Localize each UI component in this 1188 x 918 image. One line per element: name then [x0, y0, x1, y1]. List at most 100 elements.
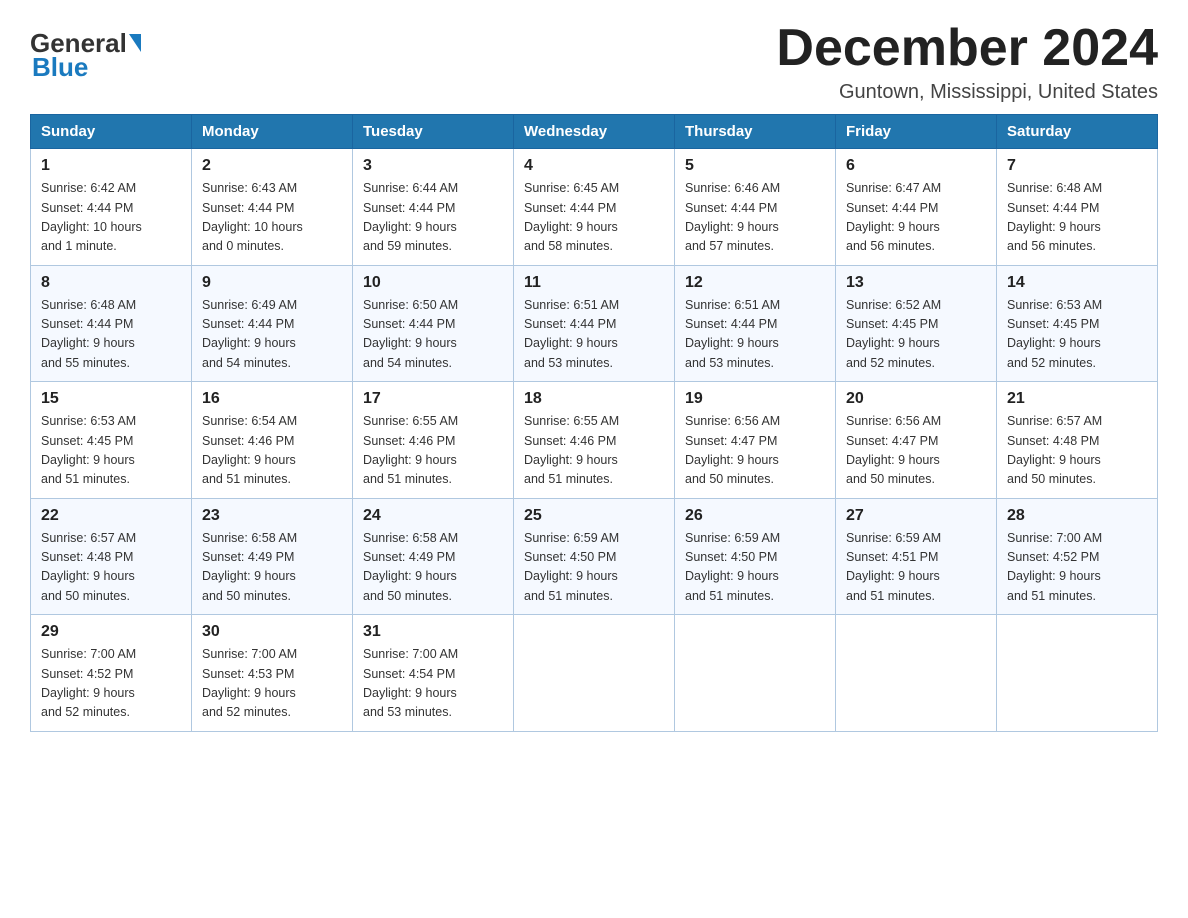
day-number: 13 [846, 274, 986, 292]
col-header-thursday: Thursday [675, 115, 836, 149]
calendar-cell: 28Sunrise: 7:00 AMSunset: 4:52 PMDayligh… [997, 498, 1158, 615]
calendar-cell: 9 Sunrise: 6:49 AMSunset: 4:44 PMDaylight… [192, 265, 353, 382]
day-info: Sunrise: 6:50 AMSunset: 4:44 PMDaylight:… [363, 296, 503, 374]
day-number: 31 [363, 623, 503, 641]
calendar-week-row-1: 1 Sunrise: 6:42 AMSunset: 4:44 PMDaylight… [31, 149, 1158, 266]
calendar-cell: 31 Sunrise: 7:00 AMSunset: 4:54 PMDayligh… [353, 615, 514, 732]
calendar-table: Sunday Monday Tuesday Wednesday Thursday… [30, 114, 1158, 732]
day-info: Sunrise: 6:44 AMSunset: 4:44 PMDaylight:… [363, 179, 503, 257]
calendar-week-row-2: 8 Sunrise: 6:48 AMSunset: 4:44 PMDaylight… [31, 265, 1158, 382]
day-info: Sunrise: 6:46 AMSunset: 4:44 PMDaylight:… [685, 179, 825, 257]
day-number: 19 [685, 390, 825, 408]
calendar-cell: 23 Sunrise: 6:58 AMSunset: 4:49 PMDayligh… [192, 498, 353, 615]
calendar-week-row-4: 22 Sunrise: 6:57 AMSunset: 4:48 PMDayligh… [31, 498, 1158, 615]
logo: General Blue [30, 30, 143, 83]
day-number: 8 [41, 274, 181, 292]
day-info: Sunrise: 6:59 AMSunset: 4:51 PMDaylight:… [846, 529, 986, 607]
day-number: 14 [1007, 274, 1147, 292]
day-number: 17 [363, 390, 503, 408]
col-header-sunday: Sunday [31, 115, 192, 149]
day-info: Sunrise: 7:00 AMSunset: 4:54 PMDaylight:… [363, 645, 503, 723]
calendar-week-row-3: 15 Sunrise: 6:53 AMSunset: 4:45 PMDayligh… [31, 382, 1158, 499]
col-header-monday: Monday [192, 115, 353, 149]
calendar-cell: 20Sunrise: 6:56 AMSunset: 4:47 PMDayligh… [836, 382, 997, 499]
calendar-cell: 29Sunrise: 7:00 AMSunset: 4:52 PMDayligh… [31, 615, 192, 732]
calendar-cell: 6Sunrise: 6:47 AMSunset: 4:44 PMDaylight… [836, 149, 997, 266]
day-number: 27 [846, 507, 986, 525]
day-number: 30 [202, 623, 342, 641]
day-number: 22 [41, 507, 181, 525]
day-info: Sunrise: 6:48 AMSunset: 4:44 PMDaylight:… [41, 296, 181, 374]
calendar-cell [997, 615, 1158, 732]
calendar-cell: 16 Sunrise: 6:54 AMSunset: 4:46 PMDayligh… [192, 382, 353, 499]
month-title: December 2024 [776, 20, 1158, 77]
calendar-cell: 7 Sunrise: 6:48 AMSunset: 4:44 PMDaylight… [997, 149, 1158, 266]
day-info: Sunrise: 6:55 AMSunset: 4:46 PMDaylight:… [524, 412, 664, 490]
day-info: Sunrise: 7:00 AMSunset: 4:53 PMDaylight:… [202, 645, 342, 723]
day-info: Sunrise: 6:58 AMSunset: 4:49 PMDaylight:… [202, 529, 342, 607]
calendar-cell [675, 615, 836, 732]
day-info: Sunrise: 6:49 AMSunset: 4:44 PMDaylight:… [202, 296, 342, 374]
day-info: Sunrise: 6:53 AMSunset: 4:45 PMDaylight:… [41, 412, 181, 490]
day-number: 4 [524, 157, 664, 175]
day-info: Sunrise: 6:55 AMSunset: 4:46 PMDaylight:… [363, 412, 503, 490]
day-info: Sunrise: 6:59 AMSunset: 4:50 PMDaylight:… [685, 529, 825, 607]
day-info: Sunrise: 6:53 AMSunset: 4:45 PMDaylight:… [1007, 296, 1147, 374]
col-header-wednesday: Wednesday [514, 115, 675, 149]
calendar-cell: 1 Sunrise: 6:42 AMSunset: 4:44 PMDaylight… [31, 149, 192, 266]
day-number: 21 [1007, 390, 1147, 408]
day-info: Sunrise: 6:57 AMSunset: 4:48 PMDaylight:… [41, 529, 181, 607]
day-info: Sunrise: 6:56 AMSunset: 4:47 PMDaylight:… [685, 412, 825, 490]
col-header-friday: Friday [836, 115, 997, 149]
day-number: 29 [41, 623, 181, 641]
calendar-cell: 24Sunrise: 6:58 AMSunset: 4:49 PMDayligh… [353, 498, 514, 615]
logo-triangle-icon [129, 34, 141, 52]
day-info: Sunrise: 6:47 AMSunset: 4:44 PMDaylight:… [846, 179, 986, 257]
calendar-cell: 5Sunrise: 6:46 AMSunset: 4:44 PMDaylight… [675, 149, 836, 266]
calendar-cell: 8 Sunrise: 6:48 AMSunset: 4:44 PMDaylight… [31, 265, 192, 382]
calendar-cell: 21Sunrise: 6:57 AMSunset: 4:48 PMDayligh… [997, 382, 1158, 499]
calendar-cell: 12Sunrise: 6:51 AMSunset: 4:44 PMDayligh… [675, 265, 836, 382]
day-number: 15 [41, 390, 181, 408]
day-number: 2 [202, 157, 342, 175]
day-number: 26 [685, 507, 825, 525]
calendar-cell: 4Sunrise: 6:45 AMSunset: 4:44 PMDaylight… [514, 149, 675, 266]
day-number: 16 [202, 390, 342, 408]
calendar-cell: 11 Sunrise: 6:51 AMSunset: 4:44 PMDayligh… [514, 265, 675, 382]
day-info: Sunrise: 6:52 AMSunset: 4:45 PMDaylight:… [846, 296, 986, 374]
calendar-cell: 19 Sunrise: 6:56 AMSunset: 4:47 PMDayligh… [675, 382, 836, 499]
day-number: 12 [685, 274, 825, 292]
calendar-cell: 26 Sunrise: 6:59 AMSunset: 4:50 PMDayligh… [675, 498, 836, 615]
day-number: 25 [524, 507, 664, 525]
calendar-cell: 14 Sunrise: 6:53 AMSunset: 4:45 PMDayligh… [997, 265, 1158, 382]
day-number: 10 [363, 274, 503, 292]
day-number: 11 [524, 274, 664, 292]
title-section: December 2024 Guntown, Mississippi, Unit… [776, 20, 1158, 104]
logo-blue-text: Blue [32, 52, 88, 83]
day-number: 23 [202, 507, 342, 525]
calendar-cell [836, 615, 997, 732]
col-header-saturday: Saturday [997, 115, 1158, 149]
day-number: 7 [1007, 157, 1147, 175]
location-text: Guntown, Mississippi, United States [776, 81, 1158, 104]
day-info: Sunrise: 6:51 AMSunset: 4:44 PMDaylight:… [524, 296, 664, 374]
day-info: Sunrise: 6:42 AMSunset: 4:44 PMDaylight:… [41, 179, 181, 257]
day-info: Sunrise: 6:48 AMSunset: 4:44 PMDaylight:… [1007, 179, 1147, 257]
day-number: 9 [202, 274, 342, 292]
calendar-cell: 27 Sunrise: 6:59 AMSunset: 4:51 PMDayligh… [836, 498, 997, 615]
calendar-cell: 2Sunrise: 6:43 AMSunset: 4:44 PMDaylight… [192, 149, 353, 266]
calendar-cell: 13 Sunrise: 6:52 AMSunset: 4:45 PMDayligh… [836, 265, 997, 382]
day-number: 1 [41, 157, 181, 175]
calendar-cell: 30 Sunrise: 7:00 AMSunset: 4:53 PMDayligh… [192, 615, 353, 732]
calendar-cell: 10 Sunrise: 6:50 AMSunset: 4:44 PMDayligh… [353, 265, 514, 382]
day-info: Sunrise: 7:00 AMSunset: 4:52 PMDaylight:… [1007, 529, 1147, 607]
calendar-week-row-5: 29Sunrise: 7:00 AMSunset: 4:52 PMDayligh… [31, 615, 1158, 732]
calendar-cell: 15 Sunrise: 6:53 AMSunset: 4:45 PMDayligh… [31, 382, 192, 499]
col-header-tuesday: Tuesday [353, 115, 514, 149]
day-info: Sunrise: 6:54 AMSunset: 4:46 PMDaylight:… [202, 412, 342, 490]
day-number: 3 [363, 157, 503, 175]
day-info: Sunrise: 6:58 AMSunset: 4:49 PMDaylight:… [363, 529, 503, 607]
calendar-header-row: Sunday Monday Tuesday Wednesday Thursday… [31, 115, 1158, 149]
day-info: Sunrise: 6:56 AMSunset: 4:47 PMDaylight:… [846, 412, 986, 490]
calendar-cell: 22 Sunrise: 6:57 AMSunset: 4:48 PMDayligh… [31, 498, 192, 615]
